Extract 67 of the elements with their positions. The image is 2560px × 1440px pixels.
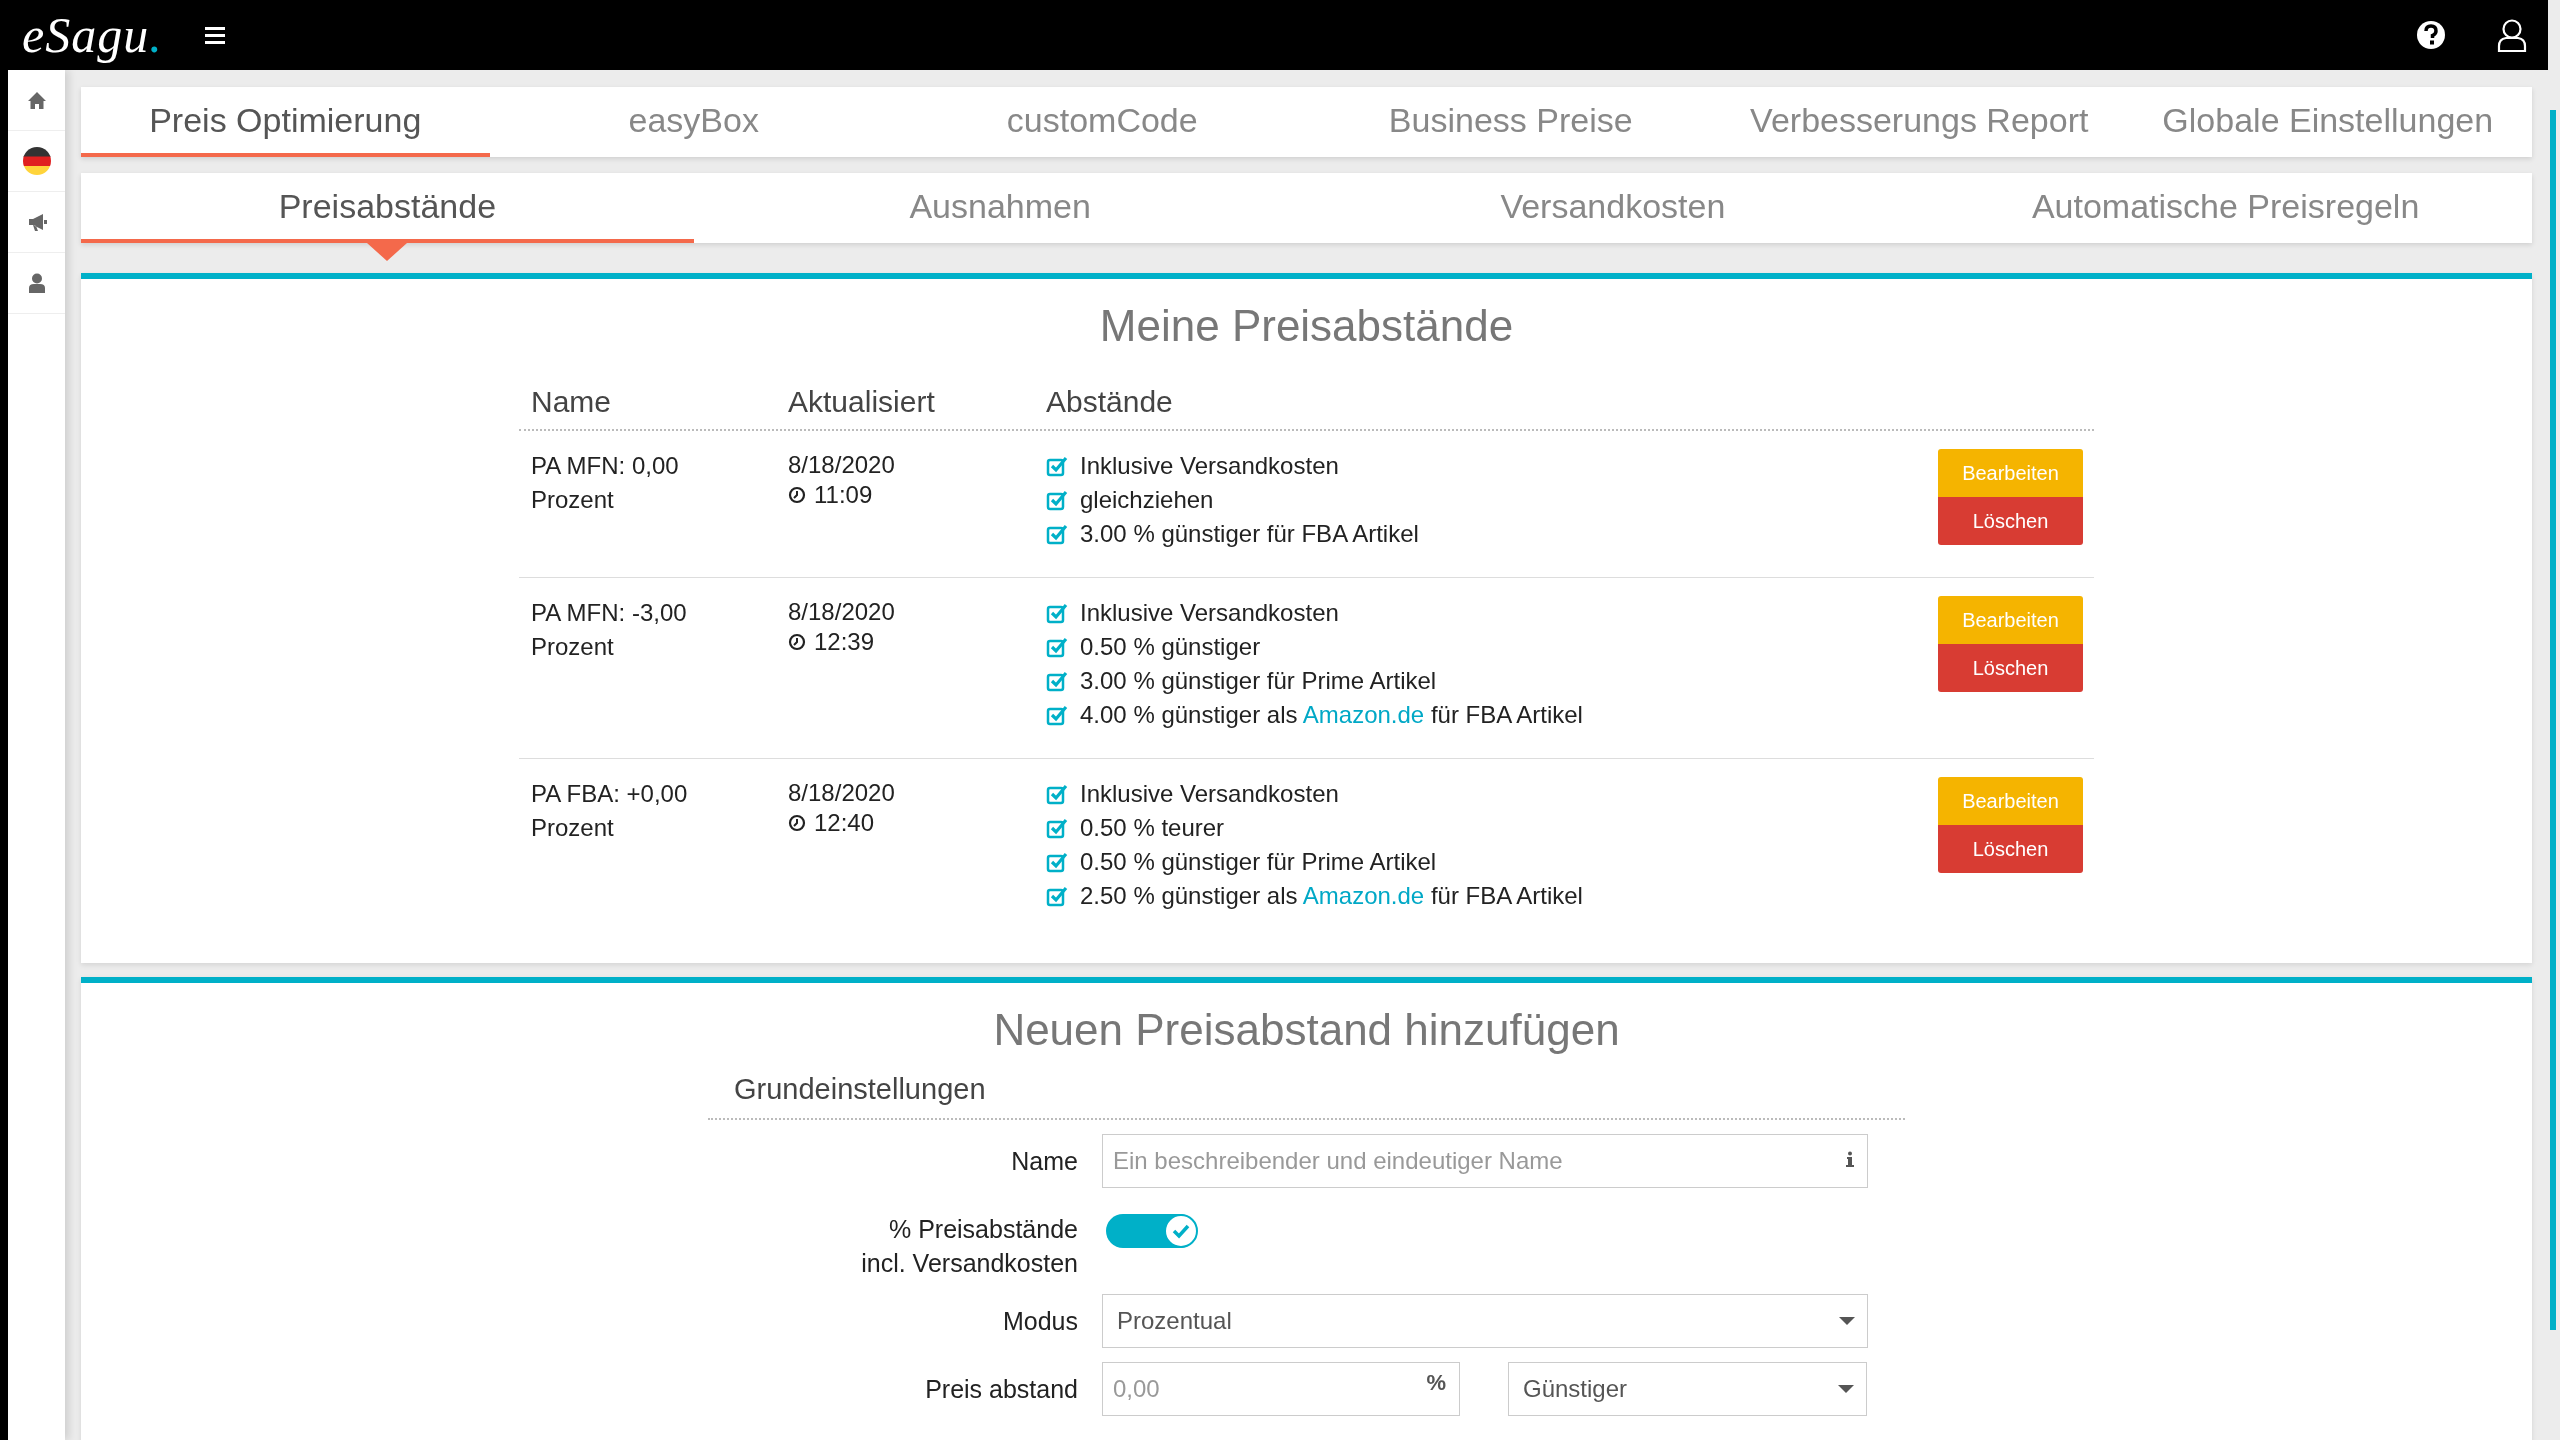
- info-icon: [1846, 1151, 1854, 1167]
- time-text: 12:40: [814, 809, 875, 837]
- tab[interactable]: customCode: [898, 87, 1307, 157]
- tab[interactable]: easyBox: [489, 87, 898, 157]
- delete-button[interactable]: Löschen: [1938, 825, 2083, 873]
- clock-icon: [788, 814, 806, 832]
- tab[interactable]: Preis Optimierung: [81, 87, 490, 157]
- rule-text: Inklusive Versandkosten: [1080, 599, 1339, 627]
- scrollbar-thumb[interactable]: [2550, 110, 2556, 1330]
- help-icon[interactable]: [2416, 20, 2446, 50]
- column-header: Aktualisiert: [788, 385, 935, 418]
- menu-icon[interactable]: [204, 25, 225, 45]
- edit-button[interactable]: Bearbeiten: [1938, 449, 2083, 497]
- tab[interactable]: Business Preise: [1306, 87, 1715, 157]
- caret-icon: [1838, 1385, 1854, 1393]
- link[interactable]: Amazon.de: [1302, 882, 1425, 909]
- edit-button[interactable]: Bearbeiten: [1938, 596, 2083, 644]
- clock-icon: [788, 633, 806, 651]
- check-icon: [1172, 1223, 1190, 1239]
- rule-text: 0.50 % günstiger für Prime Artikel: [1080, 848, 1437, 876]
- home-icon[interactable]: [26, 90, 47, 110]
- rule-text: gleichziehen: [1080, 486, 1214, 514]
- date-text: 8/18/2020: [788, 597, 896, 627]
- rule-text: 0.50 % teurer: [1080, 814, 1225, 842]
- rule-text: 2.50 % günstiger als Amazon.de für FBA Artikel: [1080, 882, 1583, 910]
- section-title: Neuen Preisabstand hinzufügen: [992, 1005, 1621, 1055]
- date-text: 8/18/2020: [788, 450, 896, 480]
- rule-text: 4.00 % günstiger als Amazon.de für FBA Artikel: [1080, 701, 1583, 729]
- clock-icon: [788, 486, 806, 504]
- tab[interactable]: Automatische Preisregeln: [1919, 173, 2532, 243]
- megaphone-icon[interactable]: [26, 212, 47, 232]
- flag-icon[interactable]: [22, 147, 51, 175]
- caret-icon: [1839, 1317, 1855, 1325]
- edit-button[interactable]: Bearbeiten: [1938, 777, 2083, 825]
- table-cell-text: PA FBA: +0,00 Prozent: [531, 779, 689, 843]
- rule-text: 3.00 % günstiger für FBA Artikel: [1080, 520, 1419, 548]
- field-label: Preis abstand: [924, 1374, 1078, 1405]
- tab[interactable]: Ausnahmen: [693, 173, 1307, 243]
- select-field[interactable]: Günstiger: [1508, 1362, 1867, 1416]
- time-text: 11:09: [814, 481, 873, 509]
- column-header: Abstände: [1046, 385, 1173, 418]
- user-icon[interactable]: [2496, 17, 2528, 53]
- rule-text: 0.50 % günstiger: [1080, 633, 1261, 661]
- delete-button[interactable]: Löschen: [1938, 644, 2083, 692]
- column-header: Name: [531, 385, 612, 418]
- input-field[interactable]: Ein beschreibender und eindeutiger Name: [1102, 1134, 1868, 1188]
- rule-text: 3.00 % günstiger für Prime Artikel: [1080, 667, 1437, 695]
- subsection-title: Grundeinstellungen: [734, 1073, 986, 1105]
- table-cell-text: PA MFN: 0,00 Prozent: [531, 451, 680, 515]
- table-cell-text: PA MFN: -3,00 Prozent: [531, 598, 688, 662]
- tab[interactable]: Globale Einstellungen: [2123, 87, 2532, 157]
- date-text: 8/18/2020: [788, 778, 896, 808]
- delete-button[interactable]: Löschen: [1938, 497, 2083, 545]
- logo[interactable]: eSagu.: [22, 5, 163, 65]
- tab[interactable]: Versandkosten: [1306, 173, 1920, 243]
- rule-text: Inklusive Versandkosten: [1080, 452, 1339, 480]
- time-text: 12:39: [814, 628, 875, 656]
- field-label: Modus: [1001, 1306, 1078, 1337]
- tab[interactable]: Verbesserungs Report: [1715, 87, 2124, 157]
- field-label: % Preisabstände incl. Versandkosten: [860, 1214, 1078, 1279]
- select-field[interactable]: Prozentual: [1102, 1294, 1868, 1348]
- unit-text: %: [1426, 1370, 1446, 1396]
- section-title: Meine Preisabstände: [1098, 301, 1515, 351]
- toggle-switch[interactable]: [1106, 1214, 1196, 1248]
- rule-text: Inklusive Versandkosten: [1080, 780, 1339, 808]
- link[interactable]: Amazon.de: [1302, 701, 1425, 728]
- field-label: Name: [1010, 1146, 1078, 1177]
